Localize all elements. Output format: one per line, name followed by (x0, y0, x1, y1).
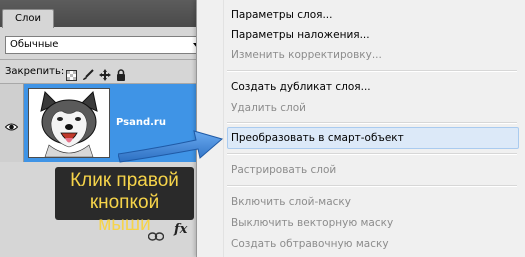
tab-layers[interactable]: Слои (2, 9, 54, 28)
lock-label: Закрепить: (5, 66, 65, 77)
callout-line-1: Клик правой (70, 170, 179, 191)
husky-dog-image (29, 89, 109, 158)
menu-separator (227, 185, 517, 187)
panel-tab-bar: Слои (0, 0, 210, 28)
eye-icon (4, 117, 19, 136)
arrow-right-icon (118, 130, 224, 163)
menu-item-duplicate-layer[interactable]: Создать дубликат слоя... (231, 78, 371, 96)
context-menu: Параметры слоя... Параметры наложения...… (196, 0, 525, 257)
menu-separator (227, 70, 517, 72)
divider (0, 59, 210, 60)
menu-item-delete-layer[interactable]: Удалить слой (231, 99, 306, 117)
menu-item-edit-adjustment[interactable]: Изменить корректировку... (231, 46, 382, 64)
menu-item-convert-smart-object[interactable]: Преобразовать в смарт-объект (231, 129, 404, 147)
screenshot-stage: Слои Обычные Закрепить: Psand.ru fx Клик… (0, 0, 525, 257)
layer-thumbnail (28, 88, 110, 158)
callout-line-2: кнопкой мыши (89, 192, 160, 235)
menu-item-rasterize-layer[interactable]: Растрировать слой (231, 161, 336, 179)
menu-item-blending-options[interactable]: Параметры наложения... (231, 26, 370, 44)
menu-separator (227, 122, 517, 124)
menu-item-disable-vector-mask[interactable]: Выключить векторную маску (231, 214, 393, 232)
menu-item-enable-layer-mask[interactable]: Включить слой-маску (231, 193, 351, 211)
visibility-toggle[interactable] (0, 84, 24, 162)
menu-separator (227, 153, 517, 155)
blend-mode-select[interactable]: Обычные (5, 36, 205, 54)
menu-item-layer-properties[interactable]: Параметры слоя... (231, 6, 332, 24)
blend-mode-value: Обычные (10, 39, 59, 50)
menu-item-create-clipping-mask[interactable]: Создать обтравочную маску (231, 235, 389, 253)
annotation-callout: Клик правой кнопкой мыши (55, 167, 194, 235)
